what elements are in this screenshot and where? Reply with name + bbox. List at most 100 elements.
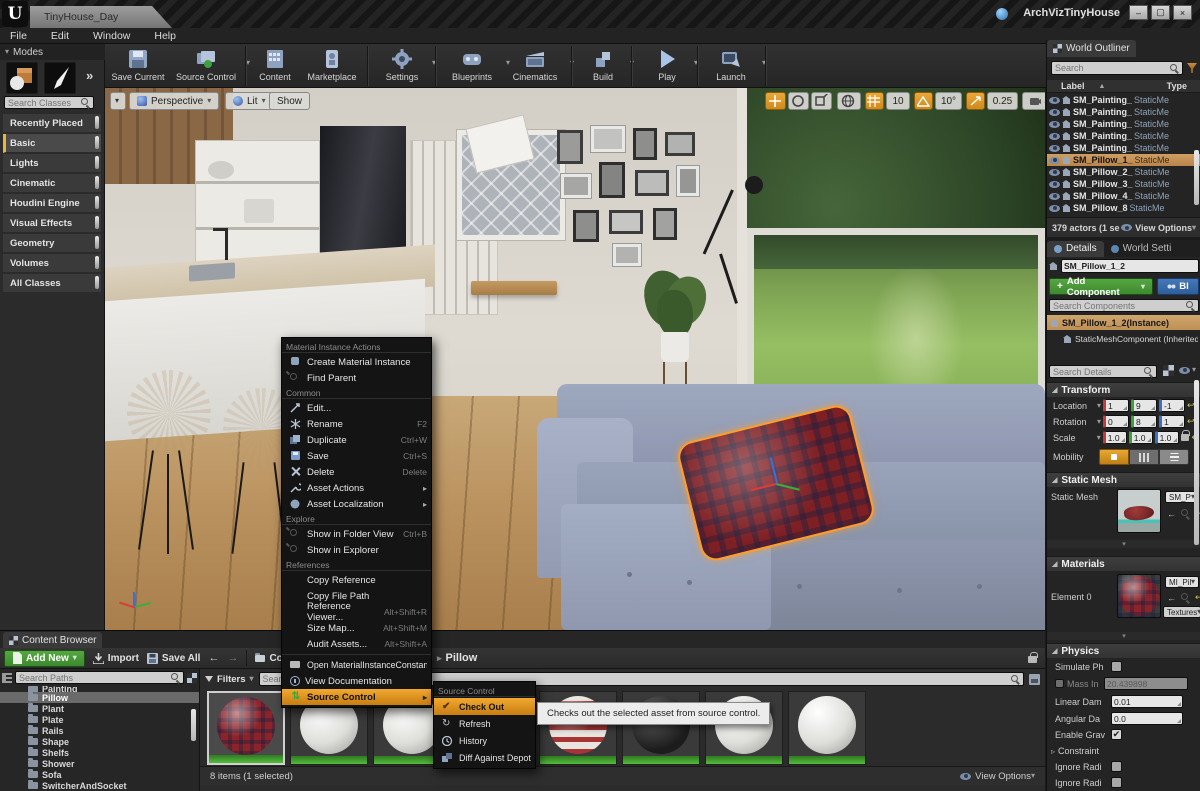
search-components-input[interactable] bbox=[1053, 301, 1183, 311]
modes-item-cinematic[interactable]: Cinematic bbox=[3, 174, 101, 193]
outliner-row[interactable]: SM_Painting_StaticMe bbox=[1047, 142, 1200, 154]
submenu-history[interactable]: History bbox=[434, 732, 535, 749]
outliner-row[interactable]: SM_Painting_StaticMe bbox=[1047, 106, 1200, 118]
source-control-button[interactable]: Source Control ▾ bbox=[171, 47, 241, 82]
scale-x-field[interactable]: 1.0 bbox=[1103, 431, 1127, 444]
save-search-icon[interactable] bbox=[1029, 674, 1040, 685]
materials-header[interactable]: ◢Materials bbox=[1047, 556, 1200, 571]
folder-pillow[interactable]: Pillow bbox=[0, 692, 199, 703]
visibility-eye-icon[interactable] bbox=[1049, 157, 1060, 164]
outliner-row-selected[interactable]: SM_Pillow_1_StaticMe bbox=[1047, 154, 1200, 166]
menu-rename[interactable]: RenameF2 bbox=[282, 416, 431, 432]
menu-show-in-explorer[interactable]: Show in Explorer bbox=[282, 542, 431, 558]
static-mesh-thumbnail[interactable] bbox=[1117, 489, 1161, 533]
textures-dropdown[interactable]: Textures▾ bbox=[1163, 606, 1200, 618]
close-button[interactable]: × bbox=[1173, 5, 1192, 20]
scale-lock-icon[interactable] bbox=[1181, 434, 1190, 441]
level-tab[interactable]: TinyHouse_Day bbox=[30, 6, 172, 28]
mobility-movable-button[interactable] bbox=[1159, 449, 1189, 465]
folder-plant[interactable]: Plant bbox=[0, 703, 199, 714]
blueprints-button[interactable]: Blueprints ▾ bbox=[443, 47, 501, 82]
visibility-eye-icon[interactable] bbox=[1049, 97, 1060, 104]
menu-asset-actions[interactable]: Asset Actions▸ bbox=[282, 480, 431, 496]
play-button[interactable]: Play ▾ bbox=[645, 47, 689, 82]
expand-strip[interactable]: ▾ bbox=[1047, 632, 1200, 640]
material-thumbnail[interactable] bbox=[1117, 574, 1161, 618]
settings-button[interactable]: Settings ▾ bbox=[377, 47, 427, 82]
outliner-search-box[interactable] bbox=[1051, 61, 1183, 75]
modes-item-recently-placed[interactable]: Recently Placed bbox=[3, 114, 101, 133]
menu-window[interactable]: Window bbox=[93, 30, 130, 42]
menu-help[interactable]: Help bbox=[154, 30, 176, 42]
find-icon[interactable] bbox=[1181, 509, 1190, 518]
menu-reference-viewer[interactable]: Reference Viewer...Alt+Shift+R bbox=[282, 604, 431, 620]
viewport[interactable]: ▾ Perspective▾ Lit▾ Show 10 10° 0.25 4 bbox=[105, 88, 1045, 630]
show-button[interactable]: Show bbox=[269, 92, 310, 110]
physics-header[interactable]: ◢Physics bbox=[1047, 643, 1200, 658]
location-y-field[interactable]: 9 bbox=[1131, 399, 1157, 412]
folder-shelfs[interactable]: Shelfs bbox=[0, 747, 199, 758]
search-components-box[interactable] bbox=[1049, 299, 1199, 312]
menu-source-control[interactable]: ⇅Source Control▸ bbox=[282, 689, 431, 705]
search-classes-box[interactable] bbox=[4, 96, 94, 109]
breadcrumb-current[interactable]: ▸ Pillow bbox=[437, 652, 477, 664]
outliner-column-header[interactable]: Label ▲ Type bbox=[1047, 80, 1200, 93]
asset-tile[interactable] bbox=[788, 691, 866, 765]
details-view-options-button[interactable]: ▾ bbox=[1179, 366, 1196, 374]
outliner-view-options[interactable]: View Options bbox=[1135, 223, 1192, 233]
submenu-diff-against-depot[interactable]: Diff Against Depot bbox=[434, 749, 535, 766]
cinematics-button[interactable]: Cinematics ▾ bbox=[505, 47, 565, 82]
enable-gravity-checkbox[interactable]: ✔ bbox=[1111, 729, 1122, 740]
folder-shape[interactable]: Shape bbox=[0, 736, 199, 747]
menu-copy-reference[interactable]: Copy Reference bbox=[282, 572, 431, 588]
browse-to-asset-icon[interactable]: ← bbox=[1167, 593, 1176, 603]
menu-open-materialinstanceconstant[interactable]: Open MaterialInstanceConstant.h bbox=[282, 657, 431, 673]
paint-mode-button[interactable] bbox=[44, 62, 76, 94]
grid-snap-value[interactable]: 10 bbox=[886, 92, 910, 110]
folder-rails[interactable]: Rails bbox=[0, 725, 199, 736]
folder-shower[interactable]: Shower bbox=[0, 758, 199, 769]
collapse-sources-icon[interactable] bbox=[2, 673, 12, 683]
scale-snap-toggle[interactable] bbox=[966, 92, 985, 110]
perspective-button[interactable]: Perspective▾ bbox=[129, 92, 219, 110]
actor-name-field[interactable] bbox=[1061, 259, 1199, 273]
outliner-row[interactable]: SM_Painting_StaticMe bbox=[1047, 118, 1200, 130]
search-paths-input[interactable] bbox=[19, 673, 168, 683]
constraints-row[interactable]: ▹Constraint bbox=[1051, 746, 1197, 756]
modes-item-visual-effects[interactable]: Visual Effects bbox=[3, 214, 101, 233]
content-browser-tab[interactable]: Content Browser bbox=[3, 632, 102, 649]
menu-save[interactable]: SaveCtrl+S bbox=[282, 448, 431, 464]
outliner-row[interactable]: SM_Pillow_8StaticMe bbox=[1047, 202, 1200, 214]
place-mode-button[interactable] bbox=[6, 62, 38, 94]
gizmo-y-axis[interactable] bbox=[776, 483, 800, 491]
folder-switcherandsocket[interactable]: SwitcherAndSocket bbox=[0, 780, 199, 791]
outliner-search-input[interactable] bbox=[1055, 63, 1167, 73]
rotation-snap-value[interactable]: 10° bbox=[935, 92, 962, 110]
menu-show-in-folder-view[interactable]: Show in Folder ViewCtrl+B bbox=[282, 526, 431, 542]
lock-browser-icon[interactable] bbox=[1028, 656, 1037, 663]
camera-speed-button[interactable]: 4 bbox=[1022, 92, 1045, 110]
submenu-check-out[interactable]: ✔Check Out bbox=[434, 698, 535, 715]
gizmo-z-axis[interactable] bbox=[770, 457, 778, 483]
back-button[interactable]: ← bbox=[208, 652, 219, 664]
material-select[interactable]: MI_Pill▾ bbox=[1165, 576, 1199, 588]
ignore-radial-checkbox[interactable] bbox=[1111, 761, 1122, 772]
import-button[interactable]: Import bbox=[93, 653, 139, 664]
asset-tile-selected[interactable] bbox=[207, 691, 285, 765]
forward-button[interactable]: → bbox=[227, 652, 238, 664]
menu-edit[interactable]: Edit... bbox=[282, 400, 431, 416]
search-paths-box[interactable] bbox=[15, 671, 184, 684]
visibility-eye-icon[interactable] bbox=[1049, 109, 1060, 116]
modes-item-all-classes[interactable]: All Classes bbox=[3, 274, 101, 293]
outliner-row[interactable]: SM_Pillow_3_StaticMe bbox=[1047, 178, 1200, 190]
outliner-row[interactable]: SM_Pillow_4_StaticMe bbox=[1047, 190, 1200, 202]
rotation-z-field[interactable]: 1 bbox=[1159, 415, 1185, 428]
search-classes-input[interactable] bbox=[8, 98, 78, 108]
menu-asset-localization[interactable]: Asset Localization▸ bbox=[282, 496, 431, 512]
minimize-button[interactable]: – bbox=[1129, 5, 1148, 20]
component-row-selected[interactable]: SM_Pillow_1_2(Instance) bbox=[1047, 315, 1200, 330]
property-matrix-button[interactable] bbox=[1163, 365, 1174, 376]
world-local-toggle-button[interactable] bbox=[837, 92, 861, 110]
world-outliner-tab[interactable]: World Outliner bbox=[1047, 40, 1136, 57]
find-icon[interactable] bbox=[1181, 593, 1190, 602]
